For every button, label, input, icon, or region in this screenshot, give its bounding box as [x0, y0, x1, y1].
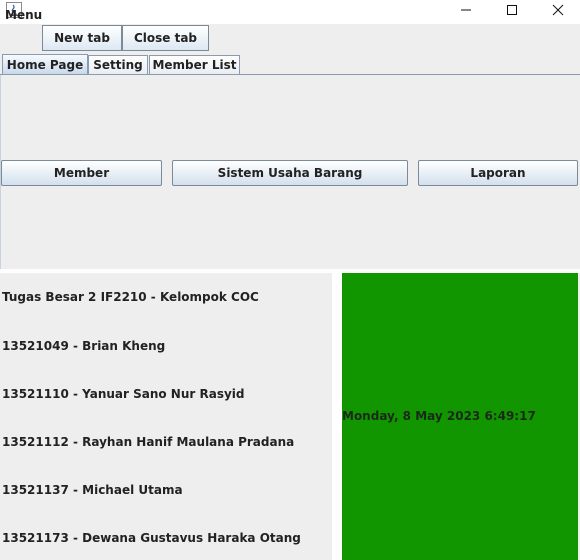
vertical-divider — [332, 273, 342, 560]
member-line: 13521173 - Dewana Gustavus Haraka Otang — [2, 531, 301, 545]
project-title: Tugas Besar 2 IF2210 - Kelompok COC — [2, 290, 259, 304]
tab-member-list[interactable]: Member List — [149, 55, 240, 74]
tab-setting[interactable]: Setting — [88, 55, 148, 74]
sistem-usaha-barang-button[interactable]: Sistem Usaha Barang — [172, 160, 408, 186]
member-line: 13521110 - Yanuar Sano Nur Rasyid — [2, 387, 245, 401]
menu-label[interactable]: Menu — [5, 8, 42, 22]
member-line: 13521049 - Brian Kheng — [2, 339, 166, 353]
maximize-icon[interactable] — [489, 0, 535, 20]
tab-home-page[interactable]: Home Page — [2, 54, 88, 75]
clock-label: Monday, 8 May 2023 6:49:17 — [342, 409, 536, 423]
minimize-icon[interactable] — [443, 0, 489, 20]
close-icon[interactable] — [535, 0, 580, 20]
member-button[interactable]: Member — [1, 160, 162, 186]
laporan-button[interactable]: Laporan — [418, 160, 578, 186]
member-line: 13521112 - Rayhan Hanif Maulana Pradana — [2, 435, 295, 449]
close-tab-button[interactable]: Close tab — [122, 25, 209, 51]
credits-panel — [0, 273, 332, 560]
new-tab-button[interactable]: New tab — [42, 25, 122, 51]
member-line: 13521137 - Michael Utama — [2, 483, 183, 497]
